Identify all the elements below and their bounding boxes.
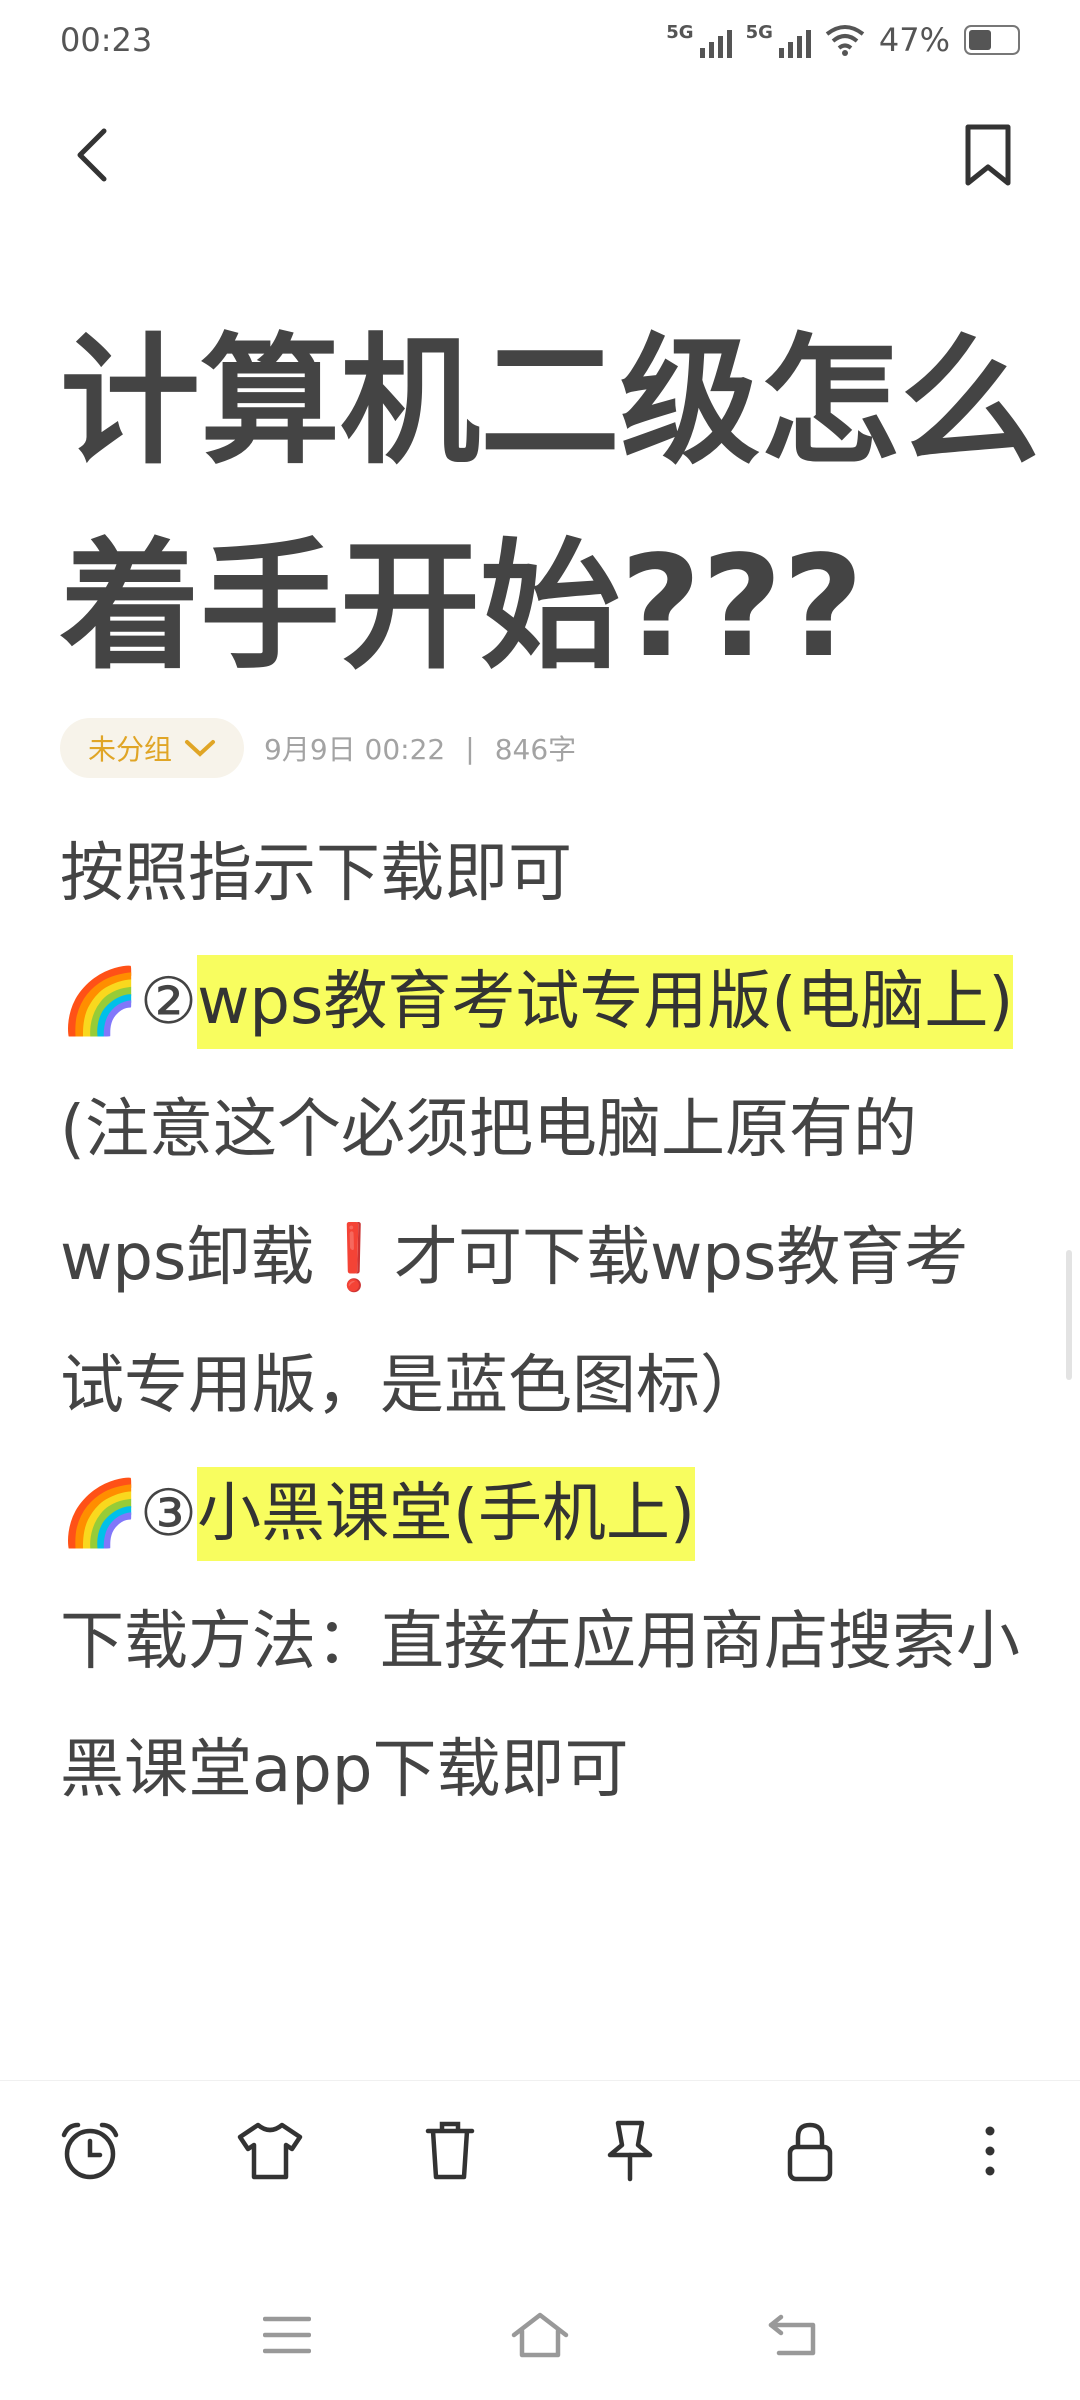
system-nav-bar bbox=[0, 2270, 1080, 2400]
exclamation-icon: ❗ bbox=[314, 1221, 394, 1295]
pin-button[interactable] bbox=[590, 2111, 670, 2191]
trash-icon bbox=[425, 2121, 475, 2180]
battery-percent: 47% bbox=[878, 21, 950, 59]
group-label: 未分组 bbox=[88, 733, 173, 766]
more-vertical-icon bbox=[985, 2126, 995, 2176]
note-date: 9月9日 00:22 bbox=[264, 733, 446, 766]
status-bar: 00:23 5G 5G 47% bbox=[0, 0, 1080, 80]
highlighted-text: 小黑课堂(手机上) bbox=[197, 1467, 695, 1561]
bookmark-button[interactable] bbox=[948, 115, 1028, 195]
rainbow-icon: 🌈③ bbox=[60, 1477, 198, 1551]
delete-button[interactable] bbox=[410, 2111, 490, 2191]
top-nav bbox=[0, 100, 1080, 210]
alarm-clock-icon bbox=[61, 2122, 119, 2180]
content-line: 🌈②wps教育考试专用版(电脑上) bbox=[60, 938, 1020, 1066]
chevron-left-icon bbox=[77, 128, 107, 182]
scroll-indicator[interactable] bbox=[1066, 1250, 1072, 1380]
pin-icon bbox=[607, 2120, 653, 2182]
note-meta: 未分组 9月9日 00:22 | 846字 bbox=[60, 718, 576, 778]
menu-icon bbox=[262, 2316, 311, 2354]
content-line: 按照指示下载即可 bbox=[60, 837, 572, 911]
back-arrow-icon bbox=[769, 2314, 816, 2356]
signal-icon-2: 5G bbox=[746, 22, 811, 58]
lock-button[interactable] bbox=[770, 2111, 850, 2191]
recent-apps-button[interactable] bbox=[247, 2295, 327, 2375]
battery-icon bbox=[964, 25, 1020, 55]
skin-button[interactable] bbox=[230, 2111, 310, 2191]
bookmark-icon bbox=[965, 124, 1011, 186]
content-line: (注意这个必须把电脑上原有的wps卸载❗才可下载wps教育考试专用版，是蓝色图标… bbox=[60, 1093, 969, 1423]
lock-icon bbox=[787, 2122, 833, 2182]
note-content[interactable]: 按照指示下载即可 🌈②wps教育考试专用版(电脑上) (注意这个必须把电脑上原有… bbox=[60, 810, 1020, 1834]
home-icon bbox=[511, 2312, 569, 2358]
meta-separator: | bbox=[465, 731, 475, 765]
reminder-button[interactable] bbox=[50, 2111, 130, 2191]
note-title[interactable]: 计算机二级怎么着手开始??? bbox=[60, 300, 1040, 710]
more-button[interactable] bbox=[950, 2111, 1030, 2191]
signal-icon: 5G bbox=[666, 22, 732, 58]
content-line: 下载方法：直接在应用商店搜索小黑课堂app下载即可 bbox=[60, 1605, 1020, 1807]
chevron-down-icon bbox=[185, 740, 216, 757]
group-selector[interactable]: 未分组 bbox=[60, 718, 245, 778]
home-button[interactable] bbox=[500, 2295, 580, 2375]
back-nav-button[interactable] bbox=[753, 2295, 833, 2375]
highlighted-text: wps教育考试专用版(电脑上) bbox=[197, 955, 1014, 1049]
wifi-icon bbox=[825, 25, 865, 56]
battery-fill bbox=[969, 30, 991, 50]
tshirt-icon bbox=[237, 2122, 303, 2180]
bottom-toolbar bbox=[0, 2080, 1080, 2221]
rainbow-icon: 🌈② bbox=[60, 965, 198, 1039]
status-icons: 5G 5G 47% bbox=[666, 21, 1020, 59]
content-line: 🌈③小黑课堂(手机上) bbox=[60, 1450, 1020, 1578]
word-count: 846字 bbox=[494, 733, 577, 766]
status-time: 00:23 bbox=[60, 21, 153, 59]
back-button[interactable] bbox=[52, 115, 132, 195]
